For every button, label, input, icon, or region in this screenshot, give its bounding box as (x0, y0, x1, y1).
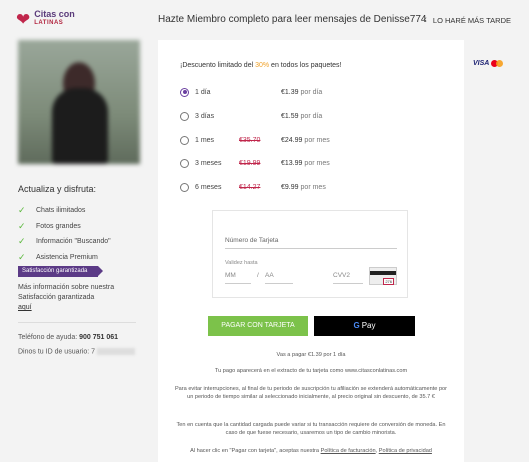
plan-option-1-day[interactable]: 1 día €1.39 por día (180, 86, 440, 98)
check-icon: ✓ (18, 251, 26, 262)
plan-option-3-days[interactable]: 3 días €1.59 por día (180, 110, 440, 122)
sidebar: Actualiza y disfruta: ✓ Chats ilimitados … (0, 36, 150, 462)
card-number-input[interactable]: Número de Tarjeta (225, 237, 397, 249)
statement-note: Tu pago aparecerá en el extracto de tu t… (214, 368, 408, 374)
feature-item: ✓ Fotos grandes (18, 220, 81, 231)
plan-option-3-months[interactable]: 3 meses €19.99 €13.99 por mes (180, 157, 440, 169)
check-icon: ✓ (18, 205, 26, 216)
expiry-year-input[interactable]: AA (265, 272, 293, 284)
do-it-later-link[interactable]: ‹ LO HARÉ MÁS TARDE (423, 14, 511, 26)
satisfaction-badge: Satisfacción garantizada (18, 266, 103, 277)
plan-option-1-month[interactable]: 1 mes €35.70 €24.99 por mes (180, 134, 440, 146)
more-info-link[interactable]: aquí (18, 304, 32, 311)
do-it-later-label: LO HARÉ MÁS TARDE (432, 15, 511, 25)
privacy-policy-link[interactable]: Política de privacidad (379, 448, 432, 454)
radio-button[interactable] (180, 87, 189, 97)
feature-item: ✓ Información "Buscando" (18, 236, 111, 247)
renewal-note: Para evitar interrupciones, al final de … (174, 386, 448, 400)
blurred-user-id (97, 348, 136, 355)
expiry-label: Validez hasta (225, 260, 258, 266)
page-title: Hazte Miembro completo para leer mensaje… (158, 14, 427, 25)
chevron-left-icon: ‹ (423, 14, 427, 26)
cvv-hint-card-icon: 276 (369, 267, 397, 285)
phone-number: 900 751 061 (79, 334, 119, 341)
heart-icon: ❤ (16, 9, 31, 29)
check-icon: ✓ (18, 220, 26, 231)
currency-note: Ten en cuenta que la cantidad cargada pu… (176, 422, 446, 436)
more-info-text: Más información sobre nuestra Satisfacci… (18, 284, 115, 311)
cvv-input[interactable]: CVV2 (333, 272, 363, 284)
feature-item: ✓ Chats ilimitados (18, 205, 86, 216)
user-id: Dinos tu ID de usuario: 7 (18, 348, 136, 355)
radio-button[interactable] (180, 182, 189, 192)
visa-logo: VISA (473, 60, 490, 67)
terms-note: Al hacer clic en "Pagar con tarjeta", ac… (190, 448, 432, 454)
feature-item: ✓ Asistencia Premium (18, 251, 98, 262)
feature-list: ✓ Chats ilimitados ✓ Fotos grandes ✓ Inform… (18, 203, 111, 265)
google-g-icon: G (353, 321, 360, 330)
expiry-month-input[interactable]: MM (225, 272, 251, 284)
payment-panel: ¡Descuento limitado del 30% en todos los… (158, 40, 464, 462)
help-phone: Teléfono de ayuda: 900 751 061 (18, 334, 119, 341)
radio-button[interactable] (180, 135, 189, 145)
divider (18, 322, 136, 323)
sidebar-title: Actualiza y disfruta: (18, 184, 97, 194)
payment-logos: VISA (473, 60, 504, 67)
radio-button[interactable] (180, 158, 189, 168)
profile-photo (18, 40, 140, 164)
billing-policy-link[interactable]: Política de facturación (321, 448, 376, 454)
plan-option-6-months[interactable]: 6 meses €14.27 €9.99 por mes (180, 181, 440, 193)
google-pay-button[interactable]: G Pay (314, 316, 415, 336)
mastercard-icon (491, 60, 504, 67)
card-form: Número de Tarjeta Validez hasta MM / AA … (212, 210, 408, 298)
brand-name: Citas con LATINAS (34, 9, 75, 27)
check-icon: ✓ (18, 236, 26, 247)
brand-logo[interactable]: ❤ Citas con LATINAS (16, 10, 75, 28)
radio-button[interactable] (180, 111, 189, 121)
payment-amount-note: Vas a pagar €1.39 por 1 día (276, 352, 346, 358)
discount-banner: ¡Descuento limitado del 30% en todos los… (180, 62, 342, 69)
pay-with-card-button[interactable]: PAGAR CON TARJETA (208, 316, 308, 336)
expiry-separator: / (257, 272, 259, 279)
